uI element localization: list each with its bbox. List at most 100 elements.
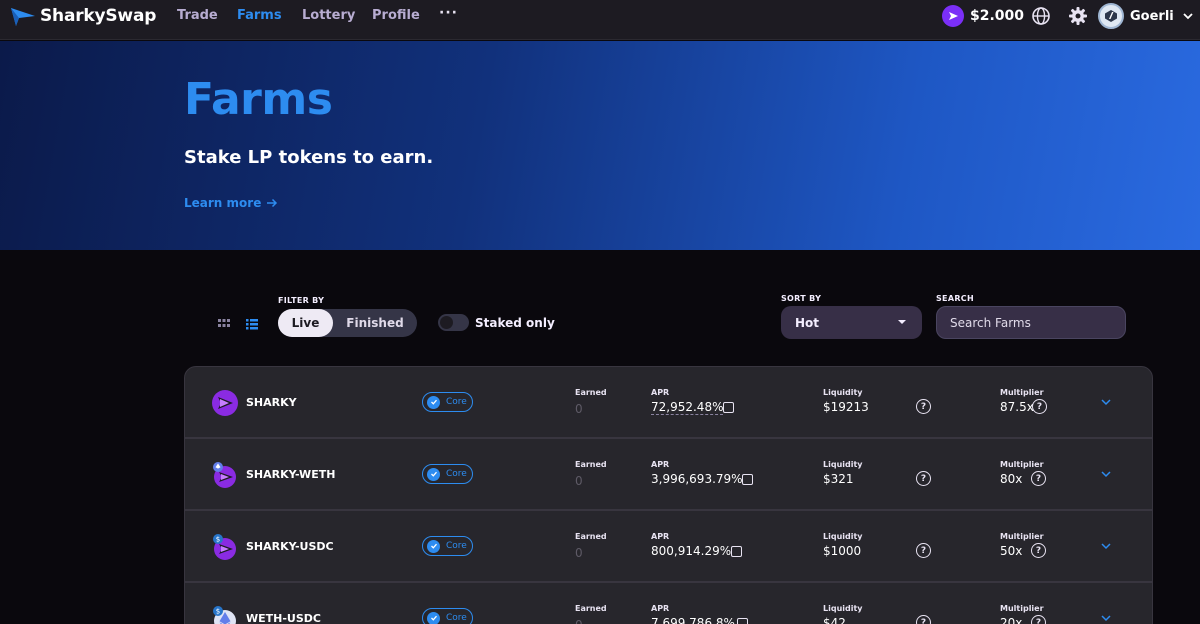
gear-icon[interactable] [1068,6,1088,26]
table-row[interactable]: SHARKY Core Earned 0 APR 72,952.48% Liqu… [185,367,1152,439]
brand-name: SharkySwap [40,6,157,26]
liquidity-value: $321 [823,472,854,486]
weth-usdc-token-icon: $ [213,606,236,624]
liquidity-label: Liquidity [823,460,863,469]
nav-link-trade[interactable]: Trade [177,8,218,23]
help-icon[interactable]: ? [1031,615,1046,624]
svg-text:$: $ [216,536,220,544]
staked-only-switch[interactable] [438,314,469,331]
nav-more-menu[interactable]: ··· [439,5,458,21]
apr-value: 800,914.29% [651,544,732,558]
calculator-icon[interactable] [737,618,748,624]
brand-logo[interactable]: SharkySwap [10,5,156,27]
pair-name: WETH-USDC [246,612,321,624]
liquidity-value: $42 [823,616,846,624]
svg-text:$: $ [216,608,220,616]
earned-value: 0 [575,402,583,416]
earned-value: 0 [575,618,583,624]
token-price-value: $2.000 [970,8,1025,24]
shark-logo-icon [11,8,35,26]
sharky-token-icon [212,390,238,416]
sort-selected-value: Hot [795,315,820,330]
live-finished-toggle: Live Finished [278,309,417,337]
expand-chevron-icon[interactable] [1101,542,1111,550]
earned-label: Earned [575,460,607,469]
staked-only-label: Staked only [475,316,555,330]
multiplier-label: Multiplier [1000,460,1044,469]
core-badge: Core [422,464,473,484]
apr-value: 3,996,693.79% [651,472,743,486]
network-name: Goerli [1130,8,1174,24]
core-badge-label: Core [446,613,467,623]
expand-chevron-icon[interactable] [1101,470,1111,478]
calculator-icon[interactable] [723,402,734,413]
multiplier-label: Multiplier [1000,532,1044,541]
liquidity-label: Liquidity [823,604,863,613]
earned-label: Earned [575,532,607,541]
sort-select[interactable]: Hot [781,306,922,339]
help-icon[interactable]: ? [1031,471,1046,486]
multiplier-value: 87.5x [1000,400,1034,414]
search-farms-input[interactable] [936,306,1126,339]
apr-label: APR [651,532,670,541]
apr-label: APR [651,460,670,469]
earned-value: 0 [575,546,583,560]
filter-finished-button[interactable]: Finished [333,309,417,337]
core-badge: Core [422,536,473,556]
core-badge: Core [422,608,473,624]
card-view-icon[interactable] [218,318,230,330]
arrow-right-icon [267,198,278,208]
liquidity-value: $1000 [823,544,862,558]
nav-link-farms[interactable]: Farms [237,8,282,23]
verified-icon [427,611,440,624]
multiplier-value: 50x [1000,544,1023,558]
globe-icon[interactable] [1031,6,1051,26]
help-icon[interactable]: ? [1031,543,1046,558]
table-row[interactable]: $ SHARKY-USDC Core Earned 0 APR 800,914.… [185,511,1152,583]
nav-link-lottery[interactable]: Lottery [302,8,355,23]
top-nav: SharkySwap Trade Farms Lottery Profile ·… [0,0,1200,40]
search-label: SEARCH [936,294,974,303]
multiplier-value: 20x [1000,616,1023,624]
core-badge-label: Core [446,469,467,479]
apr-label: APR [651,388,670,397]
calculator-icon[interactable] [742,474,753,485]
apr-value: 7,699,786.8% [651,616,735,624]
apr-value: 72,952.48% [651,400,724,415]
earned-label: Earned [575,388,607,397]
sharky-usdc-token-icon: $ [213,534,236,560]
verified-icon [427,467,440,481]
core-badge-label: Core [446,541,467,551]
table-row[interactable]: $ WETH-USDC Core Earned 0 APR 7,699,786.… [185,583,1152,624]
token-price[interactable]: $2.000 [942,5,1024,27]
sharky-token-icon [942,5,964,27]
pair-name: SHARKY-USDC [246,540,334,553]
learn-more-link[interactable]: Learn more [184,196,278,210]
filter-by-label: FILTER BY [278,296,325,305]
nav-link-profile[interactable]: Profile [372,8,420,23]
pair-name: SHARKY-WETH [246,468,336,481]
page-title: Farms [184,74,333,125]
expand-chevron-icon[interactable] [1101,398,1111,406]
sharky-weth-token-icon [213,462,236,488]
filter-live-button[interactable]: Live [278,309,333,337]
help-icon[interactable]: ? [916,399,931,414]
calculator-icon[interactable] [731,546,742,557]
liquidity-label: Liquidity [823,532,863,541]
page-subtitle: Stake LP tokens to earn. [184,147,434,168]
expand-chevron-icon[interactable] [1101,614,1111,622]
table-row[interactable]: SHARKY-WETH Core Earned 0 APR 3,996,693.… [185,439,1152,511]
list-view-icon[interactable] [246,318,258,330]
help-icon[interactable]: ? [916,471,931,486]
core-badge-label: Core [446,397,467,407]
sort-by-label: SORT BY [781,294,822,303]
help-icon[interactable]: ? [1032,399,1047,414]
liquidity-value: $19213 [823,400,869,414]
help-icon[interactable]: ? [916,543,931,558]
liquidity-label: Liquidity [823,388,863,397]
help-icon[interactable]: ? [916,615,931,624]
multiplier-label: Multiplier [1000,604,1044,613]
core-badge: Core [422,392,473,412]
chevron-down-icon [1183,13,1193,20]
network-selector[interactable]: Goerli [1098,3,1194,29]
